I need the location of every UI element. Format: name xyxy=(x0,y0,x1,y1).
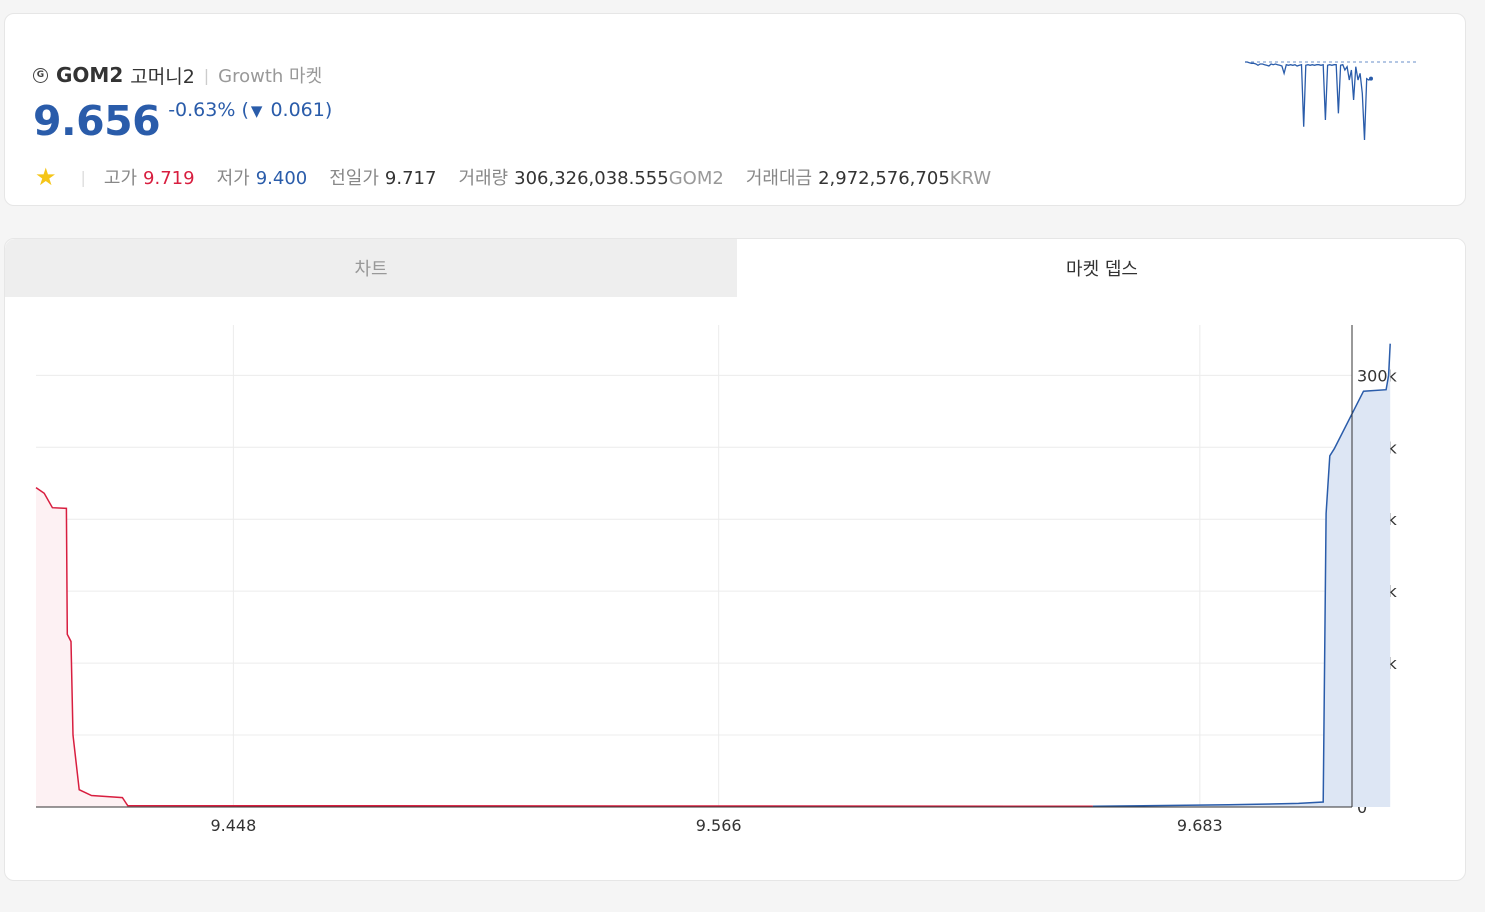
volume-unit: GOM2 xyxy=(668,168,724,189)
coin-icon: G xyxy=(33,67,48,83)
coin-symbol: GOM2 xyxy=(56,63,124,87)
ask-depth-area xyxy=(1092,343,1391,807)
market-name: Growth 마켓 xyxy=(218,66,323,87)
change-amount: 0.061) xyxy=(270,99,333,121)
high-value: 9.719 xyxy=(143,168,195,189)
title-divider: | xyxy=(203,65,210,85)
x-tick-label: 9.566 xyxy=(696,816,742,835)
prev-label: 전일가 xyxy=(329,168,379,189)
coin-korean-name: 고머니2 xyxy=(130,65,195,88)
stat-prev: 전일가 9.717 xyxy=(329,164,436,190)
amount-label: 거래대금 xyxy=(745,168,813,189)
price-change: -0.63% (▼ 0.061) xyxy=(168,98,332,123)
bid-depth-line xyxy=(35,486,1093,808)
stat-high: 고가 9.719 xyxy=(104,164,195,190)
coin-title-row: G GOM2 고머니2 | Growth 마켓 xyxy=(33,58,322,92)
bid-depth-area xyxy=(36,487,1093,807)
depth-chart-card: 차트 마켓 뎁스 050k100k150k200k250k300k9.4489.… xyxy=(4,238,1466,881)
amount-value: 2,972,576,705 xyxy=(818,168,950,189)
sparkline-current-dot xyxy=(1369,76,1373,81)
sparkline-path xyxy=(1245,61,1372,141)
tab-market-depth[interactable]: 마켓 뎁스 xyxy=(737,239,1465,297)
change-percent: -0.63% xyxy=(168,99,236,121)
change-paren-open: ( xyxy=(241,99,249,121)
stats-row: ★ | 고가 9.719 저가 9.400 전일가 9.717 거래량 306,326,… xyxy=(35,162,1013,192)
prev-value: 9.717 xyxy=(384,168,437,189)
stat-low: 저가 9.400 xyxy=(217,164,308,190)
high-label: 고가 xyxy=(103,168,138,189)
x-tick-label: 9.448 xyxy=(210,816,256,835)
x-tick-label: 9.683 xyxy=(1177,816,1223,835)
low-value: 9.400 xyxy=(255,168,308,189)
price-row: 9.656 -0.63% (▼ 0.061) xyxy=(33,96,332,146)
stats-divider: | xyxy=(80,167,86,187)
stat-amount: 거래대금 2,972,576,705KRW xyxy=(746,164,991,190)
market-depth-chart[interactable]: 050k100k150k200k250k300k9.4489.5669.683 xyxy=(5,297,1466,881)
low-label: 저가 xyxy=(216,168,250,189)
current-price: 9.656 xyxy=(33,97,161,145)
volume-value: 306,326,038.555 xyxy=(514,168,669,189)
ticker-summary-card: G GOM2 고머니2 | Growth 마켓 9.656 -0.63% (▼ … xyxy=(4,13,1466,206)
star-icon[interactable]: ★ xyxy=(35,165,57,189)
tab-chart[interactable]: 차트 xyxy=(5,239,737,297)
amount-unit: KRW xyxy=(949,168,992,189)
triangle-down-icon: ▼ xyxy=(250,102,263,120)
y-tick-label: 300k xyxy=(1357,366,1398,385)
intraday-sparkline xyxy=(1245,61,1419,141)
stat-volume: 거래량 306,326,038.555GOM2 xyxy=(458,164,723,190)
volume-label: 거래량 xyxy=(458,168,509,189)
